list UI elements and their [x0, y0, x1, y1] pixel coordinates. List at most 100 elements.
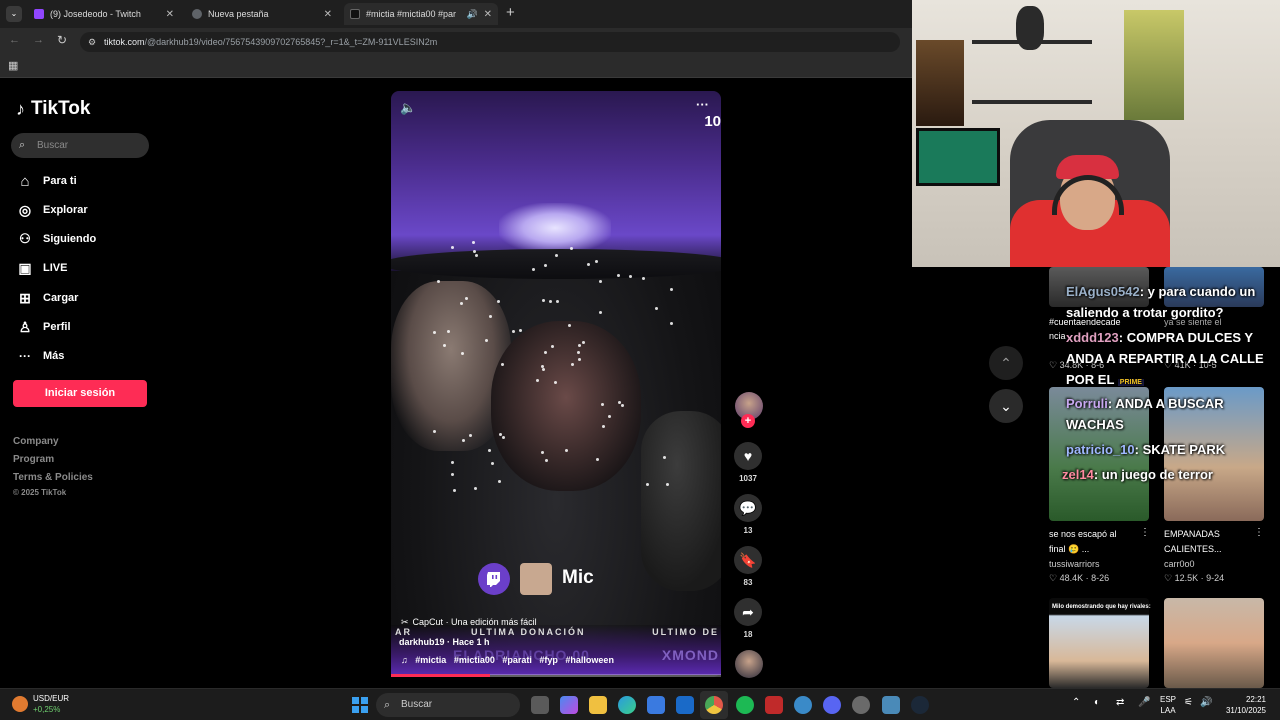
veil-sparkle	[473, 487, 477, 491]
speaker-icon[interactable]: 🔊	[1200, 697, 1212, 708]
veil-sparkle	[565, 448, 569, 452]
chat-message: ElAgus0542: y para cuando un saliendo a …	[1066, 281, 1276, 323]
hashtag[interactable]: #mictia	[415, 655, 446, 665]
chat-username: zel14	[1062, 467, 1094, 482]
feed-more-icon[interactable]: ⋮	[1140, 527, 1150, 538]
feed-caption[interactable]: final 🥲 ...	[1049, 542, 1089, 556]
discord-icon[interactable]	[823, 696, 841, 714]
feed-author[interactable]: carr0o0	[1164, 559, 1195, 569]
like-action[interactable]: ♥ 1037	[734, 442, 762, 483]
tab-title: (9) Josedeodo - Twitch	[50, 9, 141, 19]
tab-actions-button[interactable]: ⌄	[6, 6, 22, 22]
previous-video-button[interactable]: ⌃	[989, 346, 1023, 380]
feed-more-icon[interactable]: ⋮	[1254, 527, 1264, 538]
back-icon[interactable]: ←	[9, 34, 20, 46]
footer-terms-link[interactable]: Terms & Policies	[13, 472, 93, 483]
share-icon[interactable]: ➦	[734, 598, 762, 626]
capcut-link[interactable]: ✂ CapCut · Una edición más fácil	[401, 617, 537, 628]
save-action[interactable]: 🔖 83	[734, 546, 762, 587]
outlook-icon[interactable]	[676, 696, 694, 714]
audio-playing-icon[interactable]: 🔊	[467, 9, 478, 20]
hashtag[interactable]: #parati	[502, 655, 532, 665]
next-video-button[interactable]: ⌄	[989, 389, 1023, 423]
share-action[interactable]: ➦ 18	[734, 598, 762, 639]
nav-cargar[interactable]: ⊞ Cargar	[16, 288, 78, 308]
reload-icon[interactable]: ↻	[57, 33, 67, 47]
settings-app-icon[interactable]	[852, 696, 870, 714]
nav-para-ti[interactable]: ⌂ Para ti	[16, 171, 76, 191]
nav-live[interactable]: ▣ LIVE	[16, 258, 67, 278]
feed-thumbnail[interactable]	[1164, 598, 1264, 688]
footer-company-link[interactable]: Company	[13, 436, 59, 447]
hashtag[interactable]: #mictia00	[454, 655, 495, 665]
close-tab-icon[interactable]: ✕	[166, 9, 174, 20]
search-icon: ⌕	[384, 699, 391, 711]
feed-caption[interactable]: EMPANADAS	[1164, 527, 1220, 541]
hashtag[interactable]: #halloween	[565, 655, 614, 665]
task-view-icon[interactable]	[531, 696, 549, 714]
taskbar-search[interactable]: ⌕ Buscar	[376, 693, 520, 717]
video-more-icon[interactable]: ···	[696, 97, 709, 112]
feed-author[interactable]: tussiwarriors	[1049, 559, 1100, 569]
site-info-icon[interactable]: ⚙	[88, 32, 96, 52]
veil-sparkle	[497, 300, 500, 304]
feed-meta: 12.5K · 9-24	[1174, 573, 1225, 583]
veil-sparkle	[535, 378, 539, 382]
video-author[interactable]: darkhub19 · Hace 1 h	[399, 637, 490, 647]
forward-icon[interactable]: →	[33, 34, 44, 46]
steam-icon[interactable]	[911, 696, 929, 714]
nav-perfil[interactable]: ♙ Perfil	[16, 317, 71, 337]
comment-action[interactable]: 💬 13	[734, 494, 762, 535]
store-icon[interactable]	[647, 696, 665, 714]
search-input[interactable]: ⌕ Buscar	[11, 133, 149, 158]
nav-explorar[interactable]: ◎ Explorar	[16, 200, 88, 220]
nav-mas[interactable]: ··· Más	[16, 346, 64, 366]
bookmark-icon[interactable]: 🔖	[734, 546, 762, 574]
wifi-icon[interactable]: ⚟	[1184, 697, 1193, 708]
comment-count: 13	[743, 526, 753, 535]
tab-tiktok[interactable]: #mictia #mictia00 #par 🔊 ✕	[344, 3, 498, 25]
edge-icon[interactable]	[618, 696, 636, 714]
footer-program-link[interactable]: Program	[13, 454, 54, 465]
feed-caption[interactable]: ncia	[1049, 329, 1066, 343]
tab-twitch[interactable]: (9) Josedeodo - Twitch ✕	[28, 3, 180, 25]
comment-icon[interactable]: 💬	[734, 494, 762, 522]
music-disc-avatar[interactable]	[735, 650, 763, 678]
capcut-text: CapCut · Una edición más fácil	[412, 617, 537, 627]
system-clock[interactable]: 22:21 31/10/2025	[1226, 694, 1266, 716]
heart-icon[interactable]: ♥	[734, 442, 762, 470]
heart-icon: ♡	[1049, 573, 1060, 583]
volume-icon[interactable]: 🔈	[400, 100, 416, 116]
file-explorer-icon[interactable]	[589, 696, 607, 714]
apps-grid-icon[interactable]: ▦	[8, 59, 18, 72]
tray-network-share-icon[interactable]: ⇄	[1116, 697, 1124, 708]
start-button[interactable]	[352, 697, 368, 713]
remote-desktop-icon[interactable]	[882, 696, 900, 714]
chat-message: zel14: un juego de terror	[1062, 464, 1272, 485]
video-progress-bar[interactable]	[391, 674, 721, 677]
microphone-icon[interactable]: 🎤	[1138, 697, 1150, 708]
url-field[interactable]: ⚙ tiktok.com/@darkhub19/video/7567543909…	[80, 32, 900, 52]
globe-app-icon[interactable]	[794, 696, 812, 714]
start-icon-quad	[361, 697, 368, 704]
close-tab-icon[interactable]: ✕	[484, 9, 492, 20]
veil-sparkle	[541, 367, 545, 371]
copilot-icon[interactable]	[560, 696, 578, 714]
nav-siguiendo[interactable]: ⚇ Siguiendo	[16, 229, 96, 249]
feed-caption[interactable]: CALIENTES...	[1164, 542, 1222, 556]
veil-sparkle	[598, 280, 602, 284]
tab-new[interactable]: Nueva pestaña ✕	[186, 3, 338, 25]
tiktok-logo[interactable]: ♪ TikTok	[16, 98, 90, 120]
new-tab-button[interactable]: +	[506, 4, 515, 21]
login-button[interactable]: Iniciar sesión	[13, 380, 147, 407]
chat-username: Porruli	[1066, 396, 1108, 411]
language-indicator[interactable]: ESP LAA	[1160, 694, 1176, 716]
tray-app-icon[interactable]: ◐	[1094, 697, 1100, 708]
hashtag[interactable]: #fyp	[539, 655, 558, 665]
feed-caption[interactable]: se nos escapó al	[1049, 527, 1117, 541]
tray-chevron-icon[interactable]: ⌃	[1072, 697, 1080, 708]
streaming-app-icon[interactable]	[765, 696, 783, 714]
follow-button[interactable]: +	[741, 414, 755, 428]
spotify-icon[interactable]	[736, 696, 754, 714]
close-tab-icon[interactable]: ✕	[324, 9, 332, 20]
